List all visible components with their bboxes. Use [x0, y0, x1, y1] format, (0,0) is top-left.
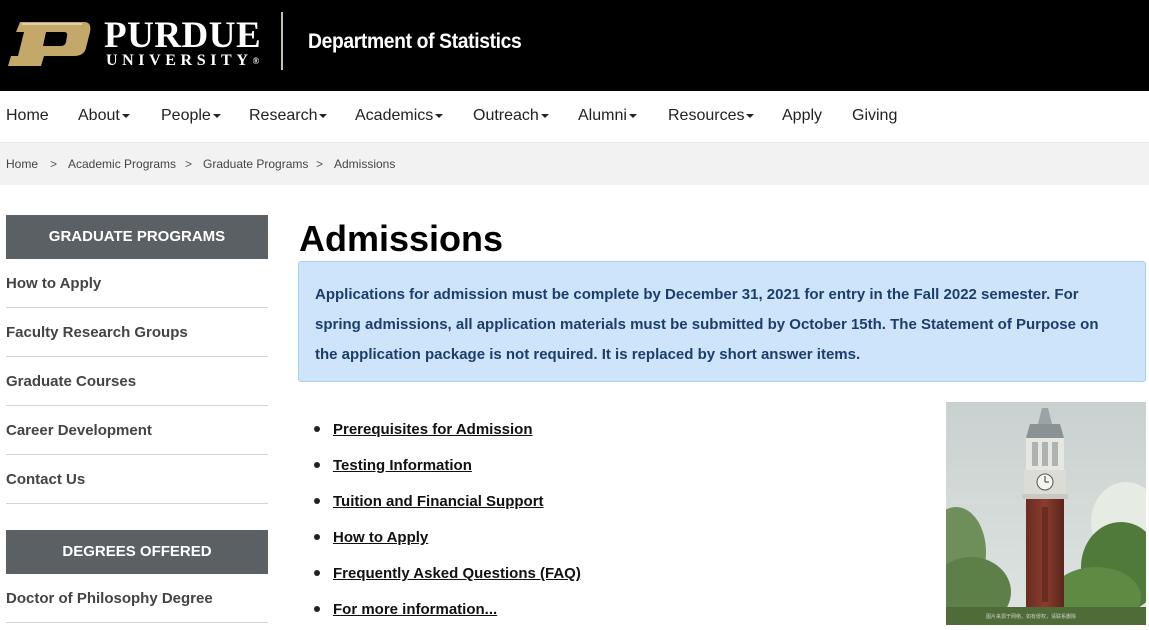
breadcrumb: Home > Academic Programs > Graduate Prog…: [0, 143, 1149, 185]
bell-tower-photo: 图片来源于网络，如有侵权，请联系删除: [946, 402, 1146, 625]
bullet-icon: [314, 426, 320, 432]
sidebar-item-phd-degree[interactable]: Doctor of Philosophy Degree: [6, 575, 268, 623]
nav-item-research[interactable]: Research: [249, 107, 328, 125]
link-prerequisites[interactable]: Prerequisites for Admission: [333, 414, 533, 446]
bullet-icon: [314, 462, 320, 468]
caret-down-icon: [319, 113, 328, 118]
link-tuition-financial-support[interactable]: Tuition and Financial Support: [333, 486, 544, 518]
link-testing-information[interactable]: Testing Information: [333, 450, 472, 482]
notice-line: the application package is not required.…: [315, 346, 861, 363]
site-header: PURDUE UNIVERSITY® Department of Statist…: [0, 0, 1149, 91]
purdue-p-icon: [8, 22, 91, 66]
logo-wordmark-purdue: PURDUE: [104, 15, 262, 56]
link-faq[interactable]: Frequently Asked Questions (FAQ): [333, 558, 581, 590]
nav-item-about[interactable]: About: [78, 107, 130, 125]
department-title[interactable]: Department of Statistics: [308, 30, 522, 54]
svg-text:图片来源于网络，如有侵权，请联系删除: 图片来源于网络，如有侵权，请联系删除: [986, 613, 1076, 620]
bullet-icon: [314, 570, 320, 576]
caret-down-icon: [212, 113, 221, 118]
sidebar-item-how-to-apply[interactable]: How to Apply: [6, 260, 268, 308]
caret-down-icon: [746, 113, 755, 118]
caret-down-icon: [540, 113, 549, 118]
breadcrumb-academic-programs[interactable]: Academic Programs: [68, 157, 176, 171]
breadcrumb-separator: >: [316, 157, 324, 171]
notice-line: spring admissions, all application mater…: [315, 316, 1099, 333]
sidebar-item-contact-us[interactable]: Contact Us: [6, 456, 268, 504]
nav-item-apply[interactable]: Apply: [782, 107, 822, 125]
nav-item-resources[interactable]: Resources: [668, 107, 755, 125]
breadcrumb-graduate-programs[interactable]: Graduate Programs: [203, 157, 308, 171]
logo-wordmark-university: UNIVERSITY®: [106, 52, 260, 69]
page-title: Admissions: [299, 218, 504, 259]
bullet-icon: [314, 498, 320, 504]
nav-item-people[interactable]: People: [161, 107, 221, 125]
link-how-to-apply[interactable]: How to Apply: [333, 522, 428, 554]
purdue-logo[interactable]: PURDUE UNIVERSITY®: [6, 16, 266, 72]
breadcrumb-separator: >: [185, 157, 193, 171]
bell-tower-illustration: 图片来源于网络，如有侵权，请联系删除: [946, 402, 1146, 625]
nav-item-outreach[interactable]: Outreach: [473, 107, 549, 125]
header-divider: [281, 12, 283, 70]
admission-deadline-notice: Applications for admission must be compl…: [298, 261, 1146, 382]
main-nav: Home About People Research Academics Out…: [0, 91, 1149, 143]
breadcrumb-current-admissions: Admissions: [334, 157, 396, 171]
nav-item-alumni[interactable]: Alumni: [578, 107, 637, 125]
sidebar-heading-graduate-programs: GRADUATE PROGRAMS: [6, 215, 268, 259]
sidebar-item-faculty-research-groups[interactable]: Faculty Research Groups: [6, 309, 268, 357]
notice-line: Applications for admission must be compl…: [315, 286, 1079, 303]
nav-item-home[interactable]: Home: [6, 107, 49, 125]
sidebar-item-career-development[interactable]: Career Development: [6, 407, 268, 455]
breadcrumb-home[interactable]: Home: [6, 157, 38, 171]
caret-down-icon: [121, 113, 130, 118]
bullet-icon: [314, 534, 320, 540]
link-more-information[interactable]: For more information...: [333, 594, 497, 626]
caret-down-icon: [435, 113, 444, 118]
nav-item-giving[interactable]: Giving: [852, 107, 897, 125]
bullet-icon: [314, 606, 320, 612]
caret-down-icon: [628, 113, 637, 118]
sidebar-heading-degrees-offered: DEGREES OFFERED: [6, 530, 268, 574]
nav-item-academics[interactable]: Academics: [355, 107, 444, 125]
sidebar-item-graduate-courses[interactable]: Graduate Courses: [6, 358, 268, 406]
breadcrumb-separator: >: [50, 157, 58, 171]
